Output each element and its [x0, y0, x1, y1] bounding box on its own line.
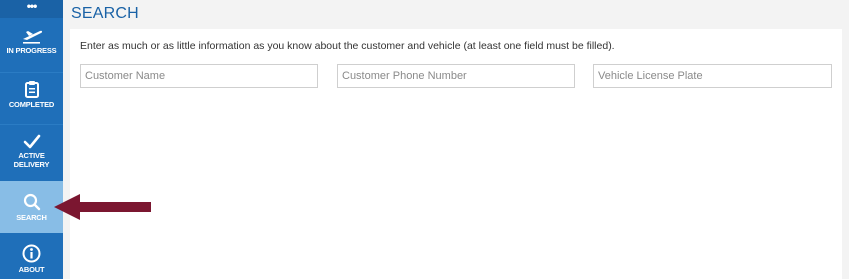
divider	[0, 124, 63, 125]
sidebar: ••• IN PROGRESS COMPLETED ACTIVE DELIVER…	[0, 0, 63, 279]
info-icon	[22, 244, 41, 263]
sidebar-item-label: IN PROGRESS	[6, 46, 57, 55]
sidebar-item-label: COMPLETED	[8, 100, 55, 109]
clipboard-icon	[24, 81, 39, 98]
checkmark-icon	[23, 134, 40, 149]
annotation-arrow-icon	[54, 194, 151, 220]
sidebar-item-about[interactable]: ABOUT	[0, 244, 63, 278]
sidebar-item-active-delivery[interactable]: ACTIVE DELIVERY	[0, 134, 63, 176]
sidebar-menu-handle[interactable]: •••	[0, 0, 63, 18]
sidebar-item-label: ABOUT	[18, 265, 45, 274]
sidebar-item-in-progress[interactable]: IN PROGRESS	[0, 28, 63, 66]
license-plate-input[interactable]	[593, 64, 832, 88]
sidebar-item-label: ACTIVE	[18, 151, 45, 160]
sidebar-item-label: SEARCH	[16, 213, 47, 222]
customer-name-input[interactable]	[80, 64, 318, 88]
sidebar-item-completed[interactable]: COMPLETED	[0, 80, 63, 116]
page-title: SEARCH	[71, 5, 139, 22]
customer-phone-input[interactable]	[337, 64, 575, 88]
sidebar-item-label: DELIVERY	[13, 160, 50, 169]
divider	[0, 72, 63, 73]
search-instructions: Enter as much or as little information a…	[80, 40, 615, 52]
search-icon	[23, 193, 40, 211]
airplane-icon	[22, 30, 42, 44]
